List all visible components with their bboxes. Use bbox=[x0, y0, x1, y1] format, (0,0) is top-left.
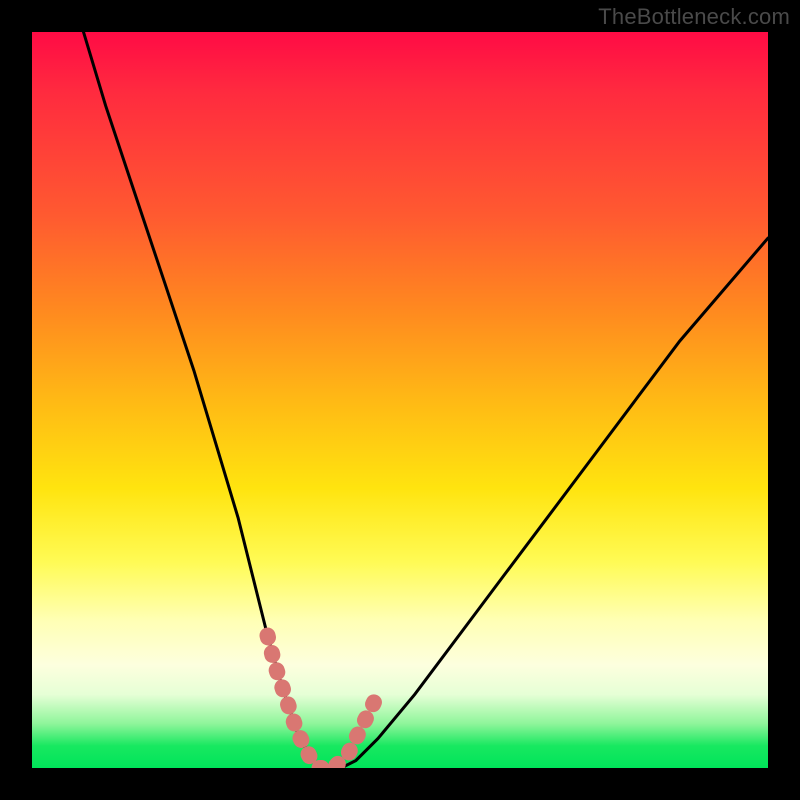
chart-plot-area bbox=[32, 32, 768, 768]
outer-frame: TheBottleneck.com bbox=[0, 0, 800, 800]
watermark-text: TheBottleneck.com bbox=[598, 4, 790, 30]
bottleneck-curve-path bbox=[84, 32, 769, 768]
highlighted-range-path bbox=[268, 636, 378, 769]
chart-svg bbox=[32, 32, 768, 768]
